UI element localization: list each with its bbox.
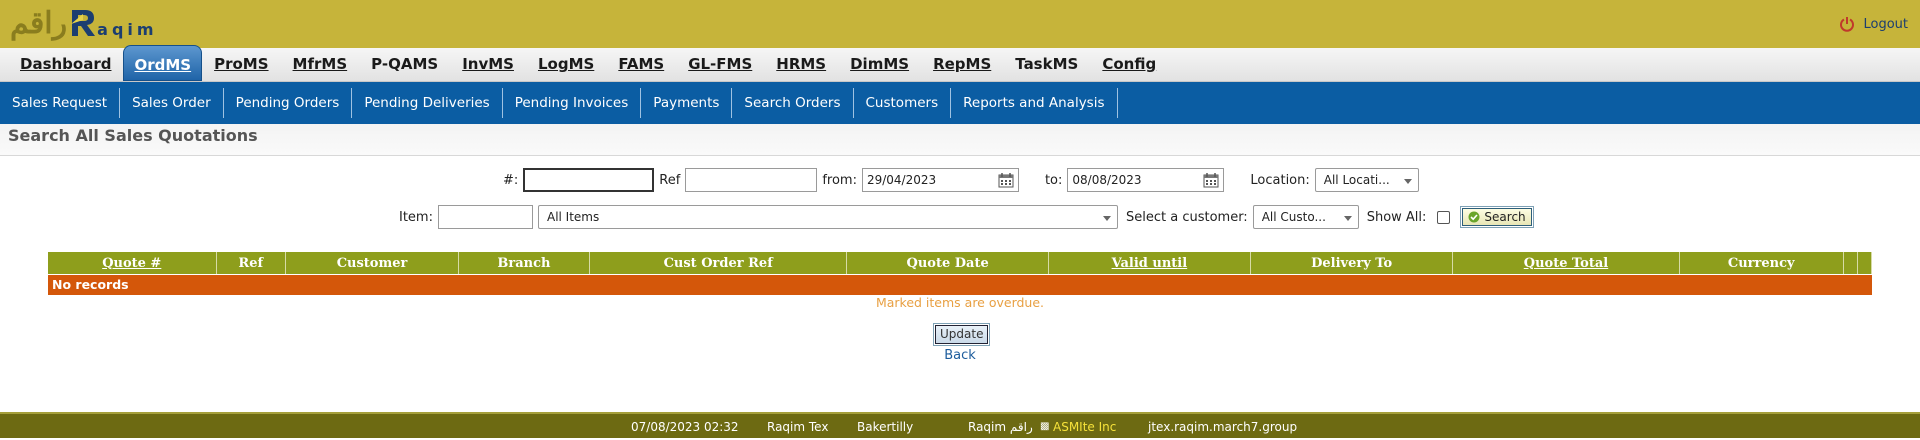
col-extra-2 [1857,252,1873,274]
subnav-customers[interactable]: Customers [854,88,952,118]
nav-mfrms[interactable]: MfrMS [281,48,360,82]
footer-user: Raqim Tex [767,420,829,434]
item-label: Item: [399,209,433,225]
quote-number-label: #: [503,172,519,188]
logout-label: Logout [1863,16,1908,32]
to-date-input[interactable]: 08/08/2023 [1067,168,1225,192]
item-code-input[interactable] [437,205,533,229]
title-strip: Search All Sales Quotations [0,124,1920,156]
ref-input[interactable] [685,168,818,192]
subnav-search-orders[interactable]: Search Orders [732,88,854,118]
table-header-row: Quote # Ref Customer Branch Cust Order R… [48,252,1873,274]
nav-dimms[interactable]: DimMS [838,48,921,82]
col-branch: Branch [458,252,590,274]
footer-bar: 07/08/2023 02:32 Raqim Tex Bakertilly Ra… [0,412,1920,438]
filter-row-2: Item: All Items Select a customer: All C… [399,205,1534,229]
from-date-label: from: [822,172,857,188]
footer-company[interactable]: ASMIte Inc [1053,420,1116,434]
to-date-value: 08/08/2023 [1072,173,1142,187]
footer-brand: Raqim راقم [968,420,1033,434]
footer-org: Bakertilly [857,420,914,434]
nav-dashboard[interactable]: Dashboard [8,48,123,82]
quote-number-input[interactable] [523,168,655,192]
subnav-pending-orders[interactable]: Pending Orders [224,88,353,118]
ref-label: Ref [659,172,681,188]
col-extra-1 [1843,252,1858,274]
col-cust-order-ref: Cust Order Ref [589,252,848,274]
nav-proms[interactable]: ProMS [202,48,280,82]
search-button-label: Search [1484,210,1526,224]
nav-ordms[interactable]: OrdMS [123,45,203,81]
customer-select-value: All Custo... [1261,210,1326,224]
calendar-icon[interactable] [1203,172,1219,188]
col-ref: Ref [216,252,286,274]
location-select-value: All Locati... [1323,173,1390,187]
calendar-icon[interactable] [998,172,1014,188]
chevron-down-icon [1343,216,1352,221]
footer-host: jtex.raqim.march7.group [1148,420,1298,434]
nav-fams[interactable]: FAMS [606,48,676,82]
col-quote-total[interactable]: Quote Total [1452,252,1680,274]
nav-config[interactable]: Config [1090,48,1168,82]
check-circle-icon [1468,211,1480,223]
nav-invms[interactable]: InvMS [450,48,526,82]
items-select-value: All Items [546,210,600,224]
nav-pqams[interactable]: P-QAMS [359,48,450,82]
footer-datetime: 07/08/2023 02:32 [631,420,739,434]
show-all-label: Show All: [1366,209,1427,225]
col-delivery-to: Delivery To [1250,252,1454,274]
col-valid-until[interactable]: Valid until [1048,252,1252,274]
logo-english-text: aqim [97,19,158,39]
sub-nav: Sales Request Sales Order Pending Orders… [0,82,1920,124]
nav-glfms[interactable]: GL-FMS [676,48,764,82]
location-select[interactable]: All Locati... [1314,168,1419,192]
page-title: Search All Sales Quotations [8,126,258,145]
customer-select[interactable]: All Custo... [1252,205,1359,229]
items-select[interactable]: All Items [537,205,1118,229]
from-date-input[interactable]: 29/04/2023 [861,168,1019,192]
location-label: Location: [1250,172,1310,188]
customer-label: Select a customer: [1125,209,1248,225]
subnav-payments[interactable]: Payments [641,88,733,118]
top-banner: راقم aqim Logout [0,0,1920,48]
filter-row-1: #: Ref from: 29/04/2023 to: 08/08/2023 L… [503,168,1419,192]
logo-r-mark-icon [71,10,96,36]
search-button[interactable]: Search [1460,206,1534,228]
nav-logms[interactable]: LogMS [526,48,606,82]
update-button[interactable]: Update [932,323,991,346]
subnav-sales-order[interactable]: Sales Order [120,88,224,118]
no-records-row: No records [48,275,1872,295]
nav-repms[interactable]: RepMS [921,48,1003,82]
col-customer: Customer [285,252,460,274]
chevron-down-icon [1102,216,1111,221]
show-all-checkbox[interactable] [1437,210,1451,224]
col-currency: Currency [1679,252,1844,274]
overdue-note: Marked items are overdue. [875,295,1045,310]
logout-button[interactable]: Logout [1839,16,1908,32]
back-link[interactable]: Back [0,348,1920,363]
chevron-down-icon [1403,179,1412,184]
nav-hrms[interactable]: HRMS [764,48,838,82]
logo-arabic-text: راقم [10,5,68,41]
col-quote-number[interactable]: Quote # [48,252,217,274]
quotations-table: Quote # Ref Customer Branch Cust Order R… [48,252,1873,274]
raqim-logo: راقم aqim [10,3,158,43]
from-date-value: 29/04/2023 [866,173,937,187]
power-icon [1840,17,1855,32]
to-date-label: to: [1044,172,1063,188]
subnav-sales-request[interactable]: Sales Request [0,88,121,118]
company-icon: ▩ [1040,421,1050,432]
subnav-pending-invoices[interactable]: Pending Invoices [503,88,642,118]
nav-taskms[interactable]: TaskMS [1003,48,1090,82]
subnav-pending-deliveries[interactable]: Pending Deliveries [352,88,503,118]
col-quote-date: Quote Date [846,252,1049,274]
subnav-reports-analysis[interactable]: Reports and Analysis [951,88,1118,118]
main-nav: Dashboard OrdMS ProMS MfrMS P-QAMS InvMS… [0,45,1920,82]
